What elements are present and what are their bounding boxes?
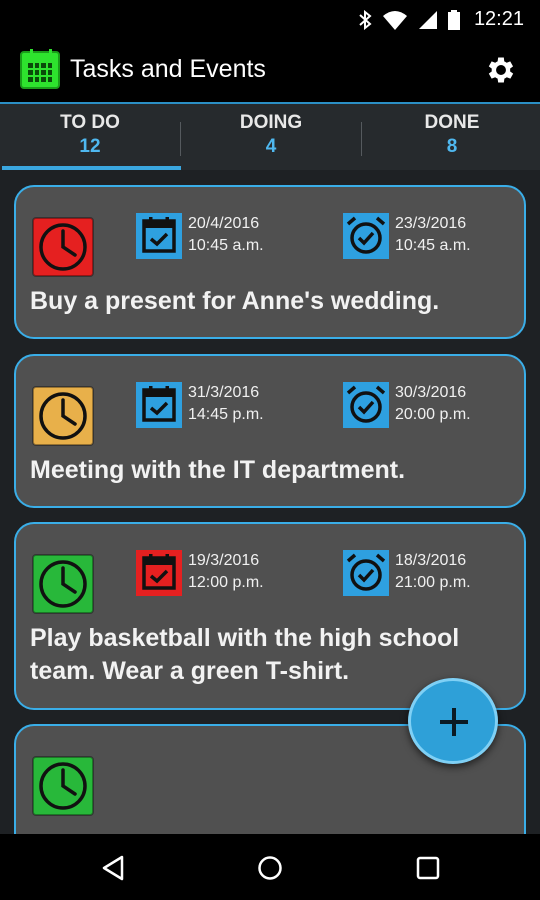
due-date-value: 31/3/2016 (188, 384, 260, 401)
back-icon[interactable] (98, 853, 128, 883)
clock-icon[interactable] (32, 756, 94, 816)
alarm-clock-icon (343, 550, 389, 596)
alarm-time-value: 21:00 p.m. (395, 574, 471, 591)
tab-todo[interactable]: TO DO 12 (0, 104, 180, 170)
alarm-time-value: 10:45 a.m. (395, 237, 471, 254)
clock-time: 12:21 (473, 8, 524, 30)
due-time-value: 12:00 p.m. (188, 574, 264, 591)
navigation-bar (0, 834, 540, 900)
wifi-icon (382, 10, 407, 30)
battery-icon (447, 9, 460, 30)
tab-label: DOING (239, 112, 303, 133)
tab-done[interactable]: DONE 8 (362, 104, 540, 170)
due-date: 19/3/2016 12:00 p.m. (136, 550, 264, 596)
tab-label: DONE (424, 112, 480, 133)
bluetooth-icon (359, 9, 372, 30)
recents-icon[interactable] (413, 853, 443, 883)
task-card[interactable]: 20/4/2016 10:45 a.m. 23/3/2016 10:45 a.m… (14, 185, 526, 339)
gear-icon[interactable] (484, 53, 518, 87)
tab-count: 8 (446, 136, 458, 157)
due-date-value: 19/3/2016 (188, 552, 260, 569)
alarm-date: 18/3/2016 21:00 p.m. (343, 550, 471, 596)
tab-doing[interactable]: DOING 4 (181, 104, 361, 170)
due-time-value: 10:45 a.m. (188, 237, 264, 254)
task-title-line: team. Wear a green T-shirt. (30, 657, 350, 685)
tab-count: 12 (79, 136, 101, 157)
task-title-line: Play basketball with the high school (30, 624, 460, 652)
task-title: Buy a present for Anne's wedding. (30, 287, 440, 315)
home-icon[interactable] (255, 853, 285, 883)
calendar-check-icon (136, 550, 182, 596)
task-list: 20/4/2016 10:45 a.m. 23/3/2016 10:45 a.m… (0, 170, 540, 834)
calendar-check-icon (136, 213, 182, 259)
status-bar: 12:21 (0, 0, 540, 37)
alarm-clock-icon (343, 382, 389, 428)
due-date: 31/3/2016 14:45 p.m. (136, 382, 264, 428)
task-card[interactable]: 31/3/2016 14:45 p.m. 30/3/2016 20:00 p.m… (14, 354, 526, 508)
signal-icon (418, 10, 437, 29)
app-bar: Tasks and Events (0, 37, 540, 102)
due-date: 20/4/2016 10:45 a.m. (136, 213, 264, 259)
tab-bar: TO DO 12 DOING 4 DONE 8 (0, 102, 540, 171)
calendar-app-icon (20, 49, 60, 89)
alarm-date-value: 23/3/2016 (395, 215, 467, 232)
due-time-value: 14:45 p.m. (188, 406, 264, 423)
add-task-button[interactable] (408, 678, 498, 764)
due-date-value: 20/4/2016 (188, 215, 260, 232)
alarm-date: 30/3/2016 20:00 p.m. (343, 382, 471, 428)
tab-count: 4 (265, 136, 277, 157)
task-title: Meeting with the IT department. (30, 456, 406, 484)
clock-icon[interactable] (32, 386, 94, 446)
alarm-clock-icon (343, 213, 389, 259)
clock-icon[interactable] (32, 554, 94, 614)
alarm-date-value: 18/3/2016 (395, 552, 467, 569)
alarm-date: 23/3/2016 10:45 a.m. (343, 213, 471, 259)
plus-icon (440, 708, 468, 736)
calendar-check-icon (136, 382, 182, 428)
app-title: Tasks and Events (70, 55, 266, 83)
alarm-date-value: 30/3/2016 (395, 384, 467, 401)
tab-label: TO DO (60, 112, 120, 133)
clock-icon[interactable] (32, 217, 94, 277)
task-title: Play basketball with the high school tea… (30, 622, 459, 688)
alarm-time-value: 20:00 p.m. (395, 406, 471, 423)
